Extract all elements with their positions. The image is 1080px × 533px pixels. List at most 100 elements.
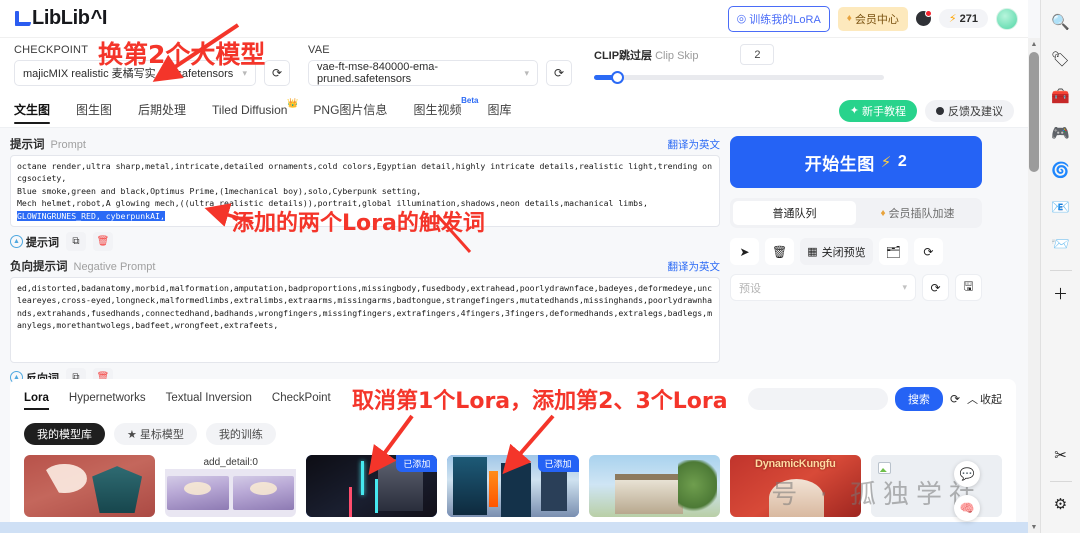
screenshot-icon[interactable]: ✂ [1047, 441, 1075, 469]
search-button-label: 搜索 [907, 394, 930, 406]
ai-brain-float-icon[interactable]: 🧠 [954, 495, 980, 521]
clip-skip-slider[interactable] [594, 71, 884, 84]
page-scrollbar[interactable]: ▲ ▼ [1028, 38, 1040, 533]
lora-tab-textual-inversion[interactable]: Textual Inversion [166, 392, 252, 410]
paper-plane-glyph: 📨 [1051, 236, 1070, 253]
chevron-down-icon: ▾ [242, 67, 247, 78]
translate-negative-prompt-link[interactable]: 翻译为英文 [668, 259, 721, 274]
lora-card-title: add_detail:0 [203, 457, 258, 468]
scroll-down-arrow-icon[interactable]: ▼ [1028, 521, 1040, 533]
filter-label: 我的模型库 [37, 429, 92, 441]
thumbnail-image [588, 455, 720, 517]
train-my-lora-button[interactable]: ◎ 训练我的LoRA [727, 5, 830, 32]
tab-text-to-image[interactable]: 文生图 [14, 101, 51, 124]
lora-card-temple[interactable] [24, 455, 156, 517]
tab-post-processing[interactable]: 后期处理 [138, 101, 186, 124]
lora-card-cyberpunk-mech[interactable]: 已添加 [306, 455, 438, 517]
scroll-up-arrow-icon[interactable]: ▲ [1028, 38, 1040, 50]
filter-starred-models[interactable]: ★ 星标模型 [114, 423, 197, 445]
paper-plane-icon[interactable]: 📨 [1047, 230, 1075, 258]
feedback-float-icon[interactable]: 💬 [954, 461, 980, 487]
model-settings-bar: CHECKPOINT majicMIX realistic 麦橘写实_v7.sa… [0, 38, 1028, 98]
lora-card-broken[interactable] [870, 455, 1002, 517]
crown-icon: 👑 [287, 97, 299, 108]
tab-gallery[interactable]: 图库 [487, 101, 511, 124]
close-preview-button[interactable]: ▦ 关闭预览 [800, 238, 873, 265]
slider-knob[interactable] [611, 71, 624, 84]
queue-vip-option[interactable]: ♦ 会员插队加速 [856, 201, 979, 225]
liblib-logo[interactable]: LibLib ^I [14, 7, 107, 30]
clip-skip-label: CLIP跳过层 Clip Skip [594, 47, 698, 63]
queue-normal-option[interactable]: 普通队列 [733, 201, 856, 225]
thumb-half [232, 476, 295, 510]
prompt-line: Blue smoke,green and black,Optimus Prime… [17, 185, 422, 196]
generate-button[interactable]: 开始生图 ⚡ 2 [730, 136, 982, 188]
added-badge: 已添加 [537, 455, 579, 472]
add-sidebar-icon[interactable]: ＋ [1047, 279, 1075, 307]
lora-card-dynamic-kungfu[interactable]: DynamicKungfu [729, 455, 861, 517]
prompt-textarea[interactable]: octane render,ultra sharp,metal,intricat… [10, 155, 720, 227]
tab-tiled-diffusion[interactable]: Tiled Diffusion 👑 [212, 98, 298, 123]
tab-image-to-video[interactable]: 图生视频 Beta [413, 96, 478, 124]
tab-png-info[interactable]: PNG图片信息 [313, 101, 387, 124]
lora-tab-hypernetworks[interactable]: Hypernetworks [69, 392, 146, 410]
vae-refresh-button[interactable]: ⟳ [546, 60, 572, 86]
tutorial-button[interactable]: ✦ 新手教程 [838, 99, 917, 122]
lora-collapse-label: 收起 [980, 394, 1002, 406]
copilot-icon[interactable]: 🌀 [1047, 156, 1075, 184]
lora-card-cyberpunk-city[interactable]: 已添加 [447, 455, 579, 517]
tab-label: PNG图片信息 [313, 103, 388, 117]
prompt-copy-button[interactable]: ⧉ [66, 232, 86, 251]
avatar[interactable] [996, 7, 1018, 30]
thumbnail-image [870, 455, 1002, 517]
clip-skip-value[interactable]: 2 [740, 44, 775, 65]
lora-tab-lora[interactable]: Lora [24, 392, 49, 410]
lora-tab-checkpoint[interactable]: CheckPoint [272, 392, 331, 410]
briefcase-icon[interactable]: 🧰 [1047, 82, 1075, 110]
credits-value: 271 [959, 12, 978, 25]
checkpoint-select[interactable]: majicMIX realistic 麦橘写实_v7.safetensors ▾ [14, 60, 256, 86]
negative-prompt-label-en: Negative Prompt [73, 261, 156, 273]
preset-save-button[interactable]: 🖫 [955, 274, 982, 301]
lora-search-input[interactable] [747, 388, 888, 410]
main-tabs: 文生图 图生图 后期处理 Tiled Diffusion 👑 PNG图片信息 图… [0, 96, 1028, 128]
tabs-right-actions: ✦ 新手教程 反馈及建议 [838, 99, 1014, 126]
thumb-half [167, 476, 229, 510]
checkpoint-refresh-button[interactable]: ⟳ [264, 60, 290, 86]
lora-card-building[interactable] [588, 455, 720, 517]
credits-badge[interactable]: ⚡ 271 [938, 9, 988, 28]
outlook-icon[interactable]: 📧 [1047, 193, 1075, 221]
preset-refresh-button[interactable]: ⟳ [922, 274, 949, 301]
negative-prompt-textarea[interactable]: ed,distorted,badanatomy,morbid,malformat… [10, 277, 720, 363]
lora-refresh-icon[interactable]: ⟳ [950, 392, 960, 406]
lora-card-add-detail[interactable]: add_detail:0 [165, 455, 297, 517]
trash-icon[interactable]: 🗑 [765, 238, 795, 265]
lora-search-button[interactable]: 搜索 [894, 387, 943, 411]
translate-prompt-link[interactable]: 翻译为英文 [668, 137, 721, 152]
generate-label: 开始生图 [804, 154, 875, 174]
lora-tab-label: Hypernetworks [68, 392, 146, 404]
lora-collapse-button[interactable]: ︿ 收起 [967, 391, 1002, 407]
refresh-icon[interactable]: ⟳ [913, 238, 943, 265]
game-icon[interactable]: 🎮 [1047, 119, 1075, 147]
preset-select[interactable]: 预设 ▾ [730, 274, 916, 301]
tab-label: 图库 [487, 103, 512, 117]
scrollbar-thumb[interactable] [1029, 52, 1039, 172]
tab-image-to-image[interactable]: 图生图 [76, 101, 112, 124]
feedback-button[interactable]: 反馈及建议 [925, 99, 1014, 122]
message-bubble-icon[interactable] [915, 10, 932, 26]
send-icon[interactable]: ➤ [730, 238, 759, 265]
logo-text: LibLib [32, 7, 90, 29]
checkpoint-field: CHECKPOINT majicMIX realistic 麦橘写实_v7.sa… [14, 44, 290, 86]
broken-image-icon [877, 462, 891, 474]
settings-gear-icon[interactable]: ⚙ [1047, 490, 1075, 518]
prompt-delete-button[interactable]: 🗑 [93, 232, 113, 251]
folder-icon[interactable]: 🗂 [878, 238, 908, 265]
vae-select[interactable]: vae-ft-mse-840000-ema-pruned.safetensors… [308, 60, 538, 86]
filter-my-models[interactable]: 我的模型库 [24, 423, 105, 445]
filter-my-training[interactable]: 我的训练 [205, 423, 276, 445]
vip-center-button[interactable]: ♦ 会员中心 [837, 6, 908, 31]
tag-icon[interactable]: 🏷 [1047, 45, 1075, 73]
prompt-collapse-button[interactable]: ▲ 提示词 [10, 234, 59, 250]
search-icon[interactable]: 🔍 [1047, 8, 1075, 36]
